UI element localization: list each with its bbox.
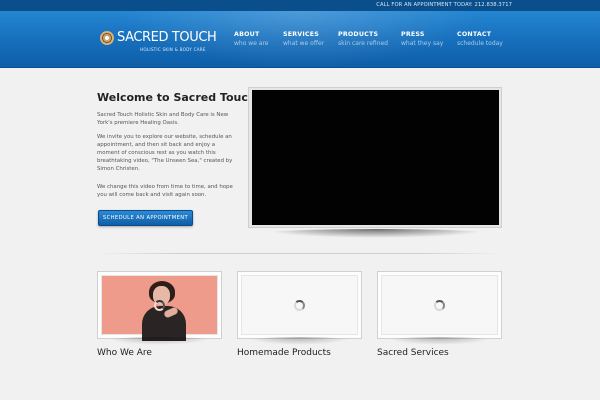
card-label-who-we-are[interactable]: Who We Are [97, 348, 152, 358]
card-image [381, 275, 498, 335]
card-homemade-products[interactable] [237, 271, 362, 345]
header: SACRED TOUCH HOLISTIC SKIN & BODY CARE A… [0, 11, 600, 68]
schedule-appointment-button[interactable]: SCHEDULE AN APPOINTMENT [98, 210, 193, 226]
invite-paragraph: We invite you to explore our website, sc… [97, 134, 233, 172]
woman-photo [138, 281, 188, 341]
nav-products[interactable]: PRODUCTS skin care refined [338, 31, 388, 47]
nav-press[interactable]: PRESS what they say [401, 31, 443, 47]
nav-press-sub: what they say [401, 40, 444, 47]
nav-contact-label: CONTACT [457, 31, 492, 38]
card-image [241, 275, 358, 335]
card-who-we-are[interactable] [97, 271, 222, 345]
nav-contact-sub: schedule today [457, 40, 503, 47]
card-shadow [246, 337, 353, 345]
top-bar: CALL FOR AN APPOINTMENT TODAY: 212.838.3… [0, 0, 600, 11]
card-label-sacred-services[interactable]: Sacred Services [377, 348, 449, 358]
video-player[interactable] [252, 90, 499, 225]
nav-about[interactable]: ABOUT who we are [234, 31, 269, 47]
nav-contact[interactable]: CONTACT schedule today [457, 31, 503, 47]
main-nav: ABOUT who we are SERVICES what we offer … [0, 11, 600, 68]
nav-products-label: PRODUCTS [338, 31, 379, 38]
nav-press-label: PRESS [401, 31, 425, 38]
nav-services[interactable]: SERVICES what we offer [283, 31, 324, 47]
nav-products-sub: skin care refined [338, 40, 388, 47]
page-title: Welcome to Sacred Touch [97, 91, 256, 104]
nav-about-label: ABOUT [234, 31, 260, 38]
loading-spinner-icon [294, 299, 305, 311]
card-sacred-services[interactable] [377, 271, 502, 345]
card-shadow [106, 337, 213, 345]
nav-services-label: SERVICES [283, 31, 319, 38]
video-shadow [262, 229, 490, 238]
nav-services-sub: what we offer [283, 40, 325, 47]
appointment-phone[interactable]: CALL FOR AN APPOINTMENT TODAY: 212.838.3… [376, 2, 512, 8]
loading-spinner-icon [434, 299, 445, 311]
card-shadow [386, 337, 493, 345]
intro-paragraph: Sacred Touch Holistic Skin and Body Care… [97, 112, 229, 126]
video-note-paragraph: We change this video from time to time, … [97, 184, 233, 198]
nav-about-sub: who we are [234, 40, 269, 47]
section-divider [97, 253, 502, 254]
loading-spinner-icon [154, 299, 165, 311]
card-image [101, 275, 218, 341]
card-label-homemade-products[interactable]: Homemade Products [237, 348, 331, 358]
